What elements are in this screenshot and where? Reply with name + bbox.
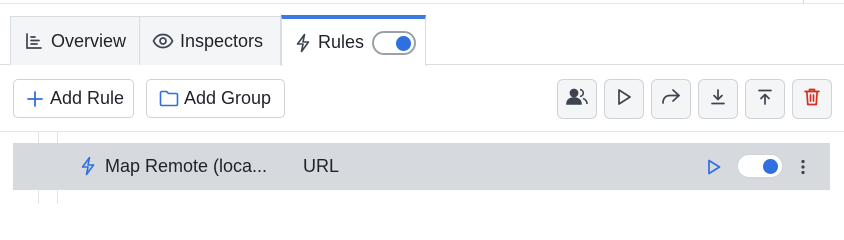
rule-row[interactable]: Map Remote (loca... URL [13,143,830,190]
add-rule-button[interactable]: Add Rule [13,79,134,118]
delete-button[interactable] [792,79,832,119]
chart-icon [23,30,45,52]
tab-inspectors[interactable]: Inspectors [139,16,281,65]
rule-name: Map Remote (loca... [105,156,268,176]
tab-bar: Overview Inspectors Rules [0,0,844,66]
export-button[interactable] [698,79,738,119]
import-button[interactable] [745,79,785,119]
rule-more-menu-button[interactable] [795,156,811,178]
manage-users-button[interactable] [557,79,597,119]
eye-icon [152,30,174,52]
plus-icon [24,88,46,110]
toggle-knob [396,35,412,51]
add-group-label: Add Group [184,88,272,108]
rules-list: Map Remote (loca... URL [0,132,844,204]
kebab-menu-icon [801,159,805,175]
folder-icon [158,88,180,110]
rules-enabled-toggle[interactable] [372,30,417,55]
play-icon [708,159,721,175]
rules-panel: Overview Inspectors Rules Add Rule Add G… [0,0,844,204]
tab-overview[interactable]: Overview [10,16,140,65]
users-icon [565,87,589,112]
toggle-knob [763,159,778,174]
share-icon [661,88,681,111]
tab-overview-label: Overview [51,30,127,51]
share-button[interactable] [651,79,691,119]
tab-inspectors-label: Inspectors [180,30,264,51]
bolt-icon [292,32,314,54]
play-icon [616,88,632,111]
rule-type: URL [303,156,340,176]
upload-icon [756,88,774,111]
bolt-icon [77,155,99,177]
add-rule-label: Add Rule [50,88,125,108]
run-button[interactable] [604,79,644,119]
rule-enabled-toggle[interactable] [737,154,783,178]
rule-run-button[interactable] [703,156,725,178]
download-icon [709,88,727,111]
tab-rules[interactable]: Rules [281,15,426,66]
add-group-button[interactable]: Add Group [146,79,285,118]
trash-icon [803,87,821,112]
rules-toolbar: Add Rule Add Group [0,65,844,132]
tab-rules-label: Rules [318,32,365,52]
